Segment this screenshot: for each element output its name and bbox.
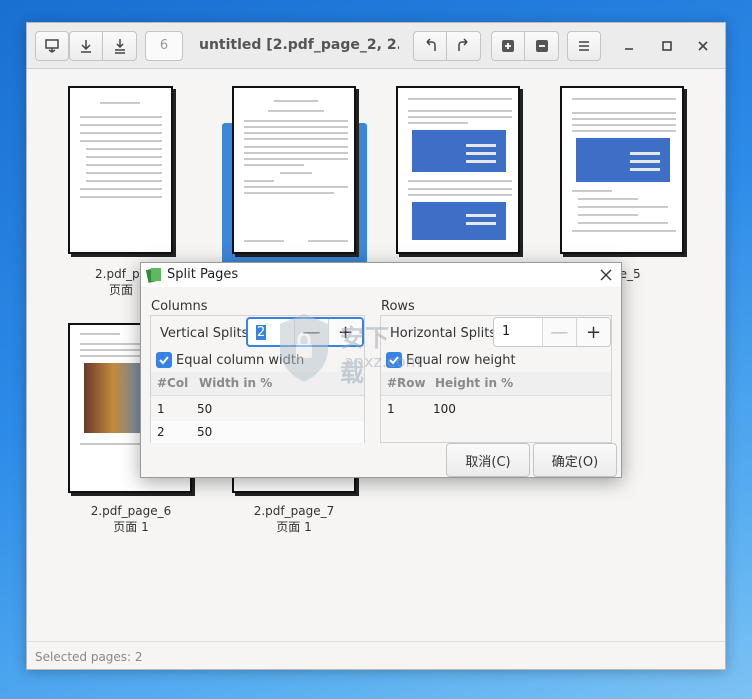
row-index: 1 [387,402,395,416]
row-width[interactable]: 50 [197,425,212,439]
row-index: 1 [157,402,165,416]
export-button[interactable] [69,31,103,61]
dialog-title: Split Pages [167,267,239,282]
status-text: Selected pages: 2 [35,650,143,664]
horizontal-splits-spinner[interactable]: 1 — + [493,317,611,347]
page-thumbnail-selected[interactable] [232,86,356,254]
page-thumbnail[interactable] [68,86,173,254]
rotate-left-button[interactable] [413,31,447,61]
page-number-entry[interactable]: 6 [145,31,183,61]
vertical-splits-label: Vertical Splits [160,326,249,341]
equal-row-height-label: Equal row height [406,353,516,368]
menu-icon [579,41,589,51]
checkmark-icon [159,356,169,365]
close-icon [600,269,612,281]
col-width-header[interactable]: Width in % [199,376,272,390]
page-thumbnail[interactable] [396,86,520,254]
rotate-right-icon [457,38,468,51]
ok-button[interactable]: 确定(O) [533,443,617,477]
watermark: 安下载 anxz.com [264,306,421,396]
thumbnail-name: 2.pdf_page_7 [253,504,335,518]
header-bar: 6 untitled [2.pdf_page_2, 2.pdf_... [27,23,725,69]
table-row[interactable]: 1 100 [381,398,611,420]
minimize-icon [625,48,633,50]
minimize-button[interactable] [619,36,639,56]
rows-table-header: #Row Height in % [381,372,611,396]
export-all-icon [114,39,125,54]
table-row[interactable]: 1 50 [151,398,364,420]
cancel-button[interactable]: 取消(C) [446,443,530,477]
status-bar: Selected pages: 2 [27,641,725,669]
close-icon [698,41,708,51]
equal-column-width-checkbox[interactable] [156,352,172,368]
close-button[interactable] [693,36,713,56]
dialog-close-button[interactable] [597,266,615,284]
thumbnail-caption: 2.pdf_page_6 页面 1 [61,503,201,535]
rows-frame: Horizontal Splits 1 — + Equal row height… [380,315,612,443]
insert-page-button[interactable] [35,31,69,61]
watermark-subtext: anxz.com [344,352,422,371]
zoom-in-icon [502,40,514,52]
rotate-left-icon [426,38,436,51]
table-row[interactable]: 2 50 [151,421,364,443]
dialog-titlebar: Split Pages [141,263,621,287]
insert-page-icon [45,39,59,53]
thumbnail-caption: 2.pdf_page_7 页面 1 [224,503,364,535]
page-thumbnail[interactable] [560,86,684,254]
row-height[interactable]: 100 [433,402,456,416]
col-number-header[interactable]: #Col [157,376,188,390]
thumbnail-name: 2.pdf_page_6 [90,504,172,518]
horizontal-decrement-button[interactable]: — [542,318,576,346]
window-title: untitled [2.pdf_page_2, 2.pdf_... [199,37,399,53]
thumbnail-subtitle: 页面 1 [113,520,149,534]
row-height-header[interactable]: Height in % [435,376,513,390]
export-icon [81,40,91,53]
thumbnail-subtitle: 页面 1 [276,520,312,534]
maximize-button[interactable] [657,36,677,56]
maximize-icon [662,41,672,51]
zoom-out-button[interactable] [525,31,559,61]
columns-section-label: Columns [151,299,208,314]
main-menu-button[interactable] [567,31,601,61]
export-all-button[interactable] [103,31,137,61]
row-width[interactable]: 50 [197,402,212,416]
row-index: 2 [157,425,165,439]
zoom-out-icon [535,40,548,52]
app-icon [146,268,161,283]
zoom-in-button[interactable] [491,31,525,61]
shield-icon [280,314,328,382]
horizontal-increment-button[interactable]: + [576,318,610,346]
horizontal-splits-value[interactable]: 1 [494,318,542,346]
rotate-right-button[interactable] [447,31,481,61]
